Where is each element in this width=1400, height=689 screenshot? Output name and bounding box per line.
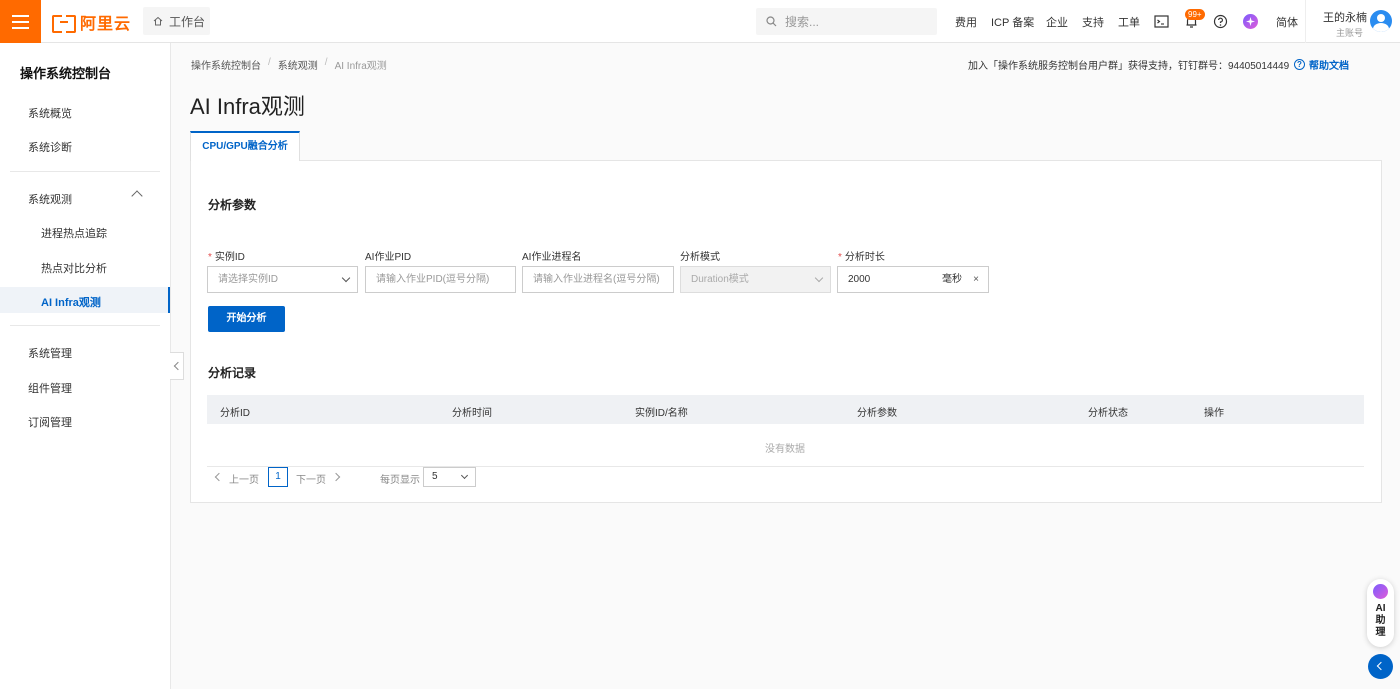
top-bar: 阿里云 工作台 搜索... 费用 ICP 备案 企业 支持 工单 99+ 简体 … [0, 0, 1400, 43]
sidebar-item-component-manage[interactable]: 组件管理 [28, 380, 72, 396]
assistant-collapse-button[interactable] [1368, 654, 1393, 679]
column-header: 操作 [1204, 408, 1224, 419]
aliyun-logo[interactable]: 阿里云 [52, 11, 131, 33]
duration-unit: 毫秒 [942, 274, 962, 285]
terminal-icon[interactable] [1154, 14, 1169, 29]
home-icon [153, 16, 163, 26]
nav-ticket[interactable]: 工单 [1118, 14, 1140, 30]
page-size-select[interactable]: 5 [423, 467, 476, 487]
column-header: 分析参数 [857, 408, 897, 419]
column-header: 分析状态 [1088, 408, 1128, 419]
breadcrumb-current: AI Infra观测 [334, 61, 387, 72]
params-section-title: 分析参数 [208, 198, 257, 212]
ai-assistant-widget[interactable]: AI 助理 [1367, 579, 1394, 647]
notification-badge: 99+ [1185, 9, 1205, 20]
breadcrumb-separator: / [268, 57, 271, 68]
user-role: 主账号 [1336, 28, 1364, 38]
workbench-button[interactable]: 工作台 [143, 7, 210, 35]
help-docs-link[interactable]: ? 帮助文档 [1294, 57, 1349, 72]
search-input[interactable]: 搜索... [756, 8, 937, 35]
breadcrumb-separator: / [324, 57, 328, 68]
search-icon [766, 16, 777, 27]
field-label-instance: * 实例ID [208, 252, 245, 263]
sidebar-item-diagnosis[interactable]: 系统诊断 [28, 139, 72, 155]
table-divider [207, 466, 1364, 467]
avatar[interactable] [1370, 10, 1392, 32]
nav-enterprise[interactable]: 企业 [1046, 14, 1068, 30]
user-name: 王的永楠 [1323, 12, 1367, 24]
sidebar-item-overview[interactable]: 系统概览 [28, 105, 72, 121]
sidebar-subitem-hotspot[interactable]: 进程热点追踪 [41, 225, 107, 241]
support-notice: 加入「操作系统服务控制台用户群」获得支持，钉钉群号：94405014449 [968, 61, 1290, 72]
field-label-mode: 分析模式 [680, 252, 720, 263]
mode-select: Duration模式 [680, 266, 831, 293]
logo-text: 阿里云 [80, 16, 132, 33]
sidebar-subitem-ai-infra[interactable]: AI Infra观测 [41, 294, 101, 310]
table-header [207, 395, 1364, 424]
sidebar-item-system-manage[interactable]: 系统管理 [28, 345, 72, 361]
chevron-down-icon [814, 273, 824, 283]
instance-select[interactable]: 请选择实例ID [207, 266, 358, 293]
workbench-label: 工作台 [169, 14, 206, 29]
chevron-down-icon [460, 471, 469, 480]
sparkle-icon [1373, 584, 1388, 599]
column-header: 实例ID/名称 [635, 408, 688, 419]
page-title: AI Infra观测 [190, 94, 305, 119]
column-header: 分析时间 [452, 408, 492, 419]
chevron-up-icon[interactable] [131, 190, 143, 202]
ai-assistant-icon[interactable] [1243, 14, 1258, 29]
help-circle-icon[interactable] [1213, 14, 1228, 29]
ai-assistant-label: AI 助理 [1375, 603, 1386, 638]
user-menu[interactable]: 王的永楠 主账号 [1305, 0, 1400, 43]
field-label-process: AI作业进程名 [522, 252, 582, 263]
empty-state-text: 没有数据 [765, 444, 805, 455]
breadcrumb-item[interactable]: 操作系统控制台 [191, 57, 261, 72]
start-analysis-button[interactable]: 开始分析 [208, 306, 285, 332]
breadcrumb-item[interactable]: 系统观测 [278, 57, 318, 72]
logo-mark-icon [52, 15, 76, 33]
chevron-down-icon [341, 273, 351, 283]
language-switch[interactable]: 简体 [1276, 14, 1298, 30]
duration-input[interactable]: 2000 毫秒 × [837, 266, 989, 293]
sidebar-item-observe[interactable]: 系统观测 [28, 191, 72, 207]
sidebar-collapse-toggle[interactable] [170, 352, 184, 380]
sidebar-subitem-compare[interactable]: 热点对比分析 [41, 260, 107, 276]
field-label-pid: AI作业PID [365, 252, 412, 263]
column-header: 分析ID [220, 408, 250, 419]
page-size-label: 每页显示 [380, 475, 420, 486]
sidebar: 操作系统控制台 系统概览 系统诊断 系统观测 进程热点追踪 热点对比分析 AI … [0, 43, 171, 689]
sidebar-title: 操作系统控制台 [20, 66, 112, 81]
sidebar-divider [10, 171, 160, 172]
nav-icp[interactable]: ICP 备案 [991, 14, 1034, 30]
menu-icon[interactable] [0, 0, 41, 43]
process-name-input[interactable]: 请输入作业进程名(逗号分隔) [522, 266, 674, 293]
clear-icon[interactable]: × [973, 267, 979, 292]
nav-support[interactable]: 支持 [1082, 14, 1104, 30]
sidebar-divider [10, 325, 160, 326]
nav-billing[interactable]: 费用 [955, 14, 977, 30]
tab-cpu-gpu-analysis[interactable]: CPU/GPU融合分析 [190, 131, 300, 161]
field-label-duration: * 分析时长 [838, 252, 885, 263]
next-page-button[interactable]: 下一页 [296, 471, 326, 486]
search-placeholder: 搜索... [785, 15, 820, 29]
question-icon: ? [1294, 59, 1305, 70]
sidebar-item-subscription-manage[interactable]: 订阅管理 [28, 414, 72, 430]
pid-input[interactable]: 请输入作业PID(逗号分隔) [365, 266, 516, 293]
page-number-current[interactable]: 1 [268, 467, 288, 487]
breadcrumb: 操作系统控制台 / 系统观测 / AI Infra观测 [191, 57, 387, 72]
prev-page-button[interactable]: 上一页 [229, 471, 259, 486]
records-section-title: 分析记录 [208, 366, 257, 380]
help-docs-label: 帮助文档 [1309, 61, 1349, 72]
